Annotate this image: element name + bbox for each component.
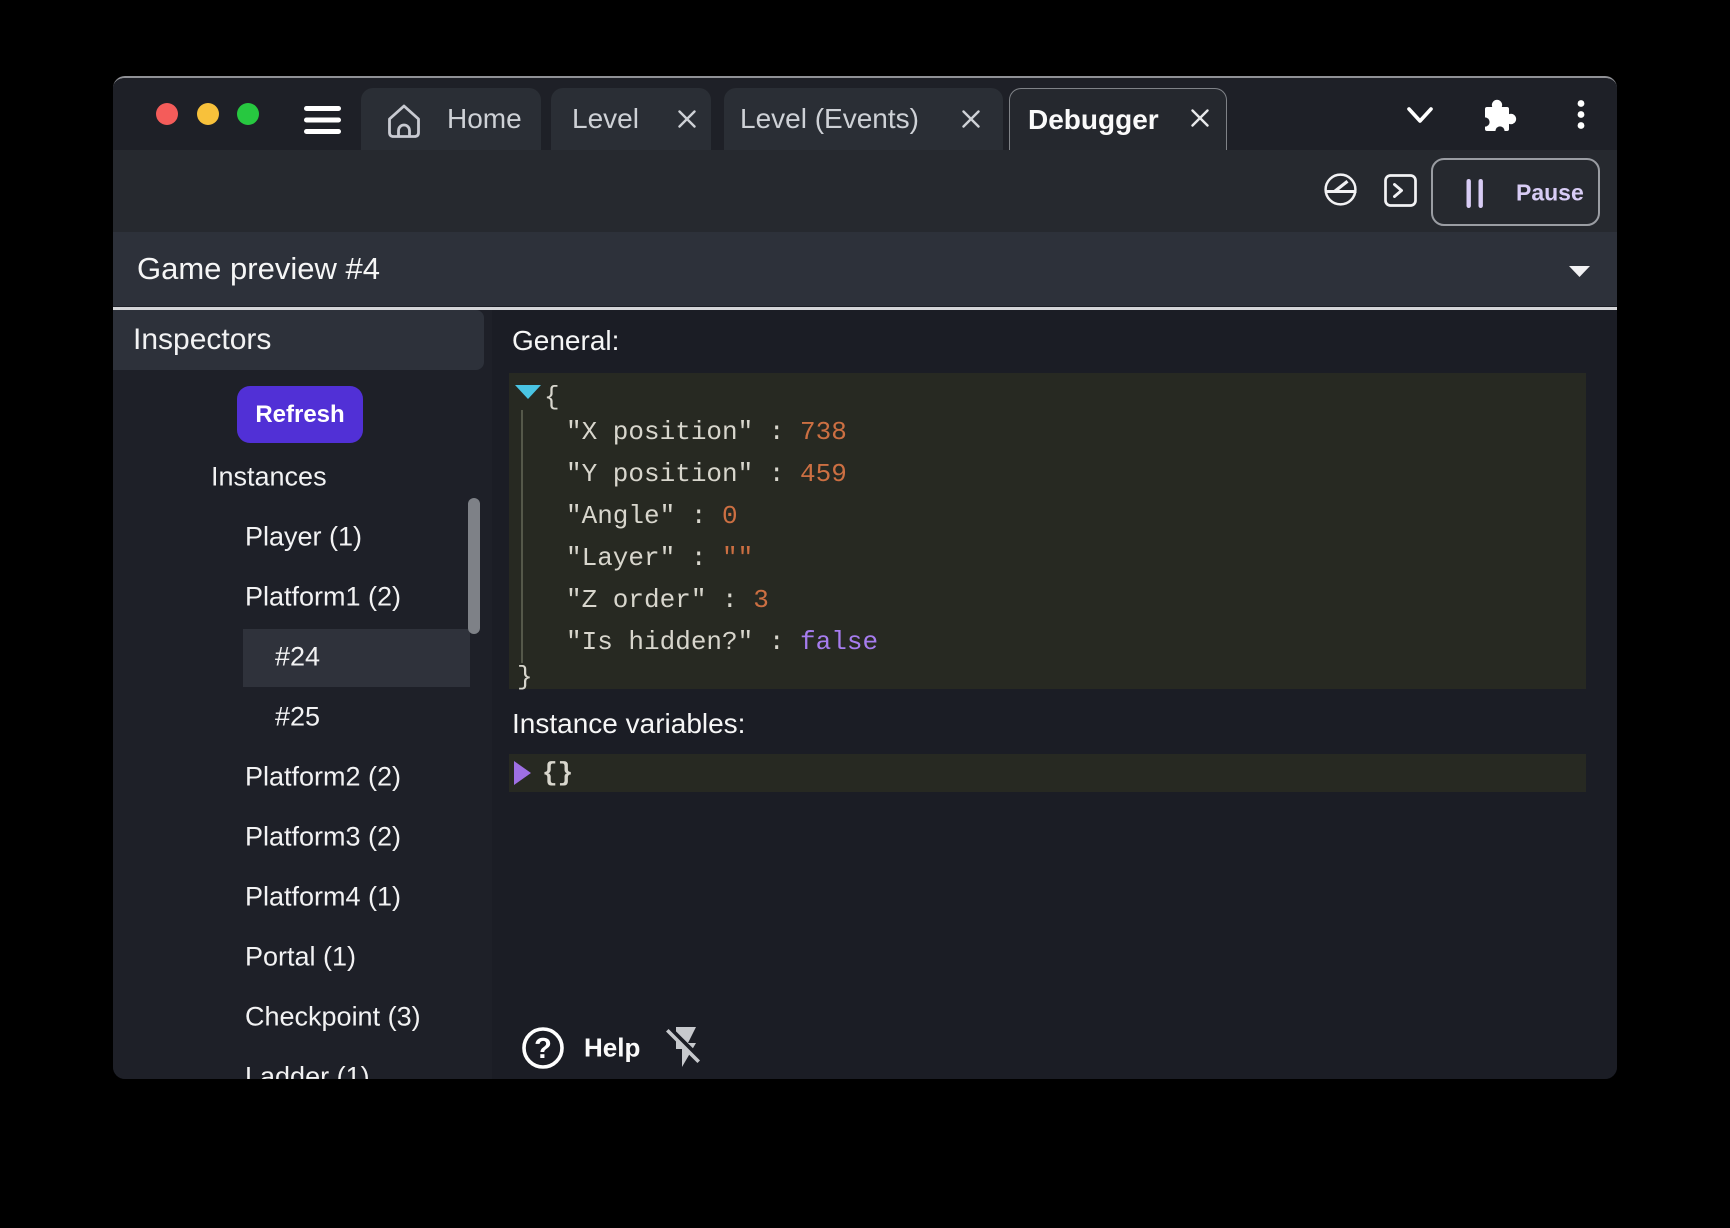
svg-text:?: ? bbox=[534, 1033, 552, 1065]
